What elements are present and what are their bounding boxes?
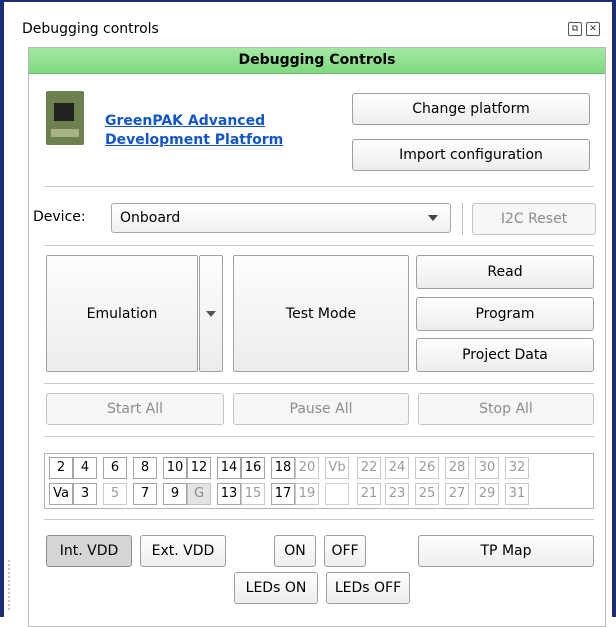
pin-cell[interactable]: 6 (103, 457, 127, 479)
device-label: Device: (33, 209, 86, 225)
separator (44, 436, 594, 437)
pin-cell[interactable]: 30 (475, 457, 499, 479)
pin-cell[interactable]: 25 (415, 483, 439, 505)
int-vdd-button[interactable]: Int. VDD (46, 535, 132, 567)
pin-cell[interactable]: 32 (505, 457, 529, 479)
leds-on-button[interactable]: LEDs ON (234, 572, 318, 604)
on-button[interactable]: ON (274, 535, 316, 567)
separator (44, 519, 594, 520)
window-title: Debugging controls (22, 21, 159, 37)
debug-panel: Debugging Controls GreenPAK Advanced Dev… (28, 47, 606, 627)
stop-all-button[interactable]: Stop All (418, 393, 594, 425)
platform-link-line2[interactable]: Development Platform (105, 131, 315, 150)
pin-cell[interactable]: 23 (385, 483, 409, 505)
chevron-down-icon (206, 310, 216, 317)
pin-cell[interactable]: 21 (357, 483, 381, 505)
pin-grid: 2 4 6 8 10 12 14 16 18 20 Vb 22 24 26 28… (44, 453, 594, 509)
pin-cell[interactable]: Vb (325, 457, 349, 479)
device-select[interactable]: Onboard (111, 203, 451, 233)
board-image (46, 91, 84, 145)
device-select-value: Onboard (120, 210, 181, 226)
panel-header: Debugging Controls (29, 48, 605, 74)
emulation-dropdown-button[interactable] (199, 255, 223, 372)
pin-cell[interactable]: 14 (217, 457, 241, 479)
emulation-button[interactable]: Emulation (46, 255, 198, 372)
platform-link-line1[interactable]: GreenPAK Advanced (105, 112, 315, 131)
i2c-reset-button[interactable]: I2C Reset (472, 203, 596, 235)
pin-cell[interactable]: 10 (163, 457, 187, 479)
pin-cell[interactable]: 28 (445, 457, 469, 479)
float-icon[interactable]: ⧉ (568, 22, 582, 36)
project-data-button[interactable]: Project Data (416, 338, 594, 372)
off-button[interactable]: OFF (324, 535, 366, 567)
pin-cell[interactable]: Va (49, 483, 73, 505)
pin-cell[interactable]: 13 (217, 483, 241, 505)
pin-cell[interactable]: 17 (271, 483, 295, 505)
pin-cell[interactable]: 5 (103, 483, 127, 505)
pause-all-button[interactable]: Pause All (233, 393, 409, 425)
pin-cell[interactable]: 26 (415, 457, 439, 479)
pin-cell[interactable]: 19 (295, 483, 319, 505)
read-button[interactable]: Read (416, 255, 594, 289)
pin-cell[interactable]: 15 (241, 483, 265, 505)
pin-cell[interactable]: G (187, 483, 211, 505)
separator (44, 383, 594, 384)
program-button[interactable]: Program (416, 297, 594, 331)
pin-cell[interactable]: 29 (475, 483, 499, 505)
pin-cell[interactable]: 7 (133, 483, 157, 505)
tp-map-button[interactable]: TP Map (418, 535, 594, 567)
pin-cell[interactable]: 12 (187, 457, 211, 479)
titlebar: Debugging controls ⧉ ✕ (22, 15, 600, 43)
pin-cell[interactable] (325, 483, 349, 505)
pin-cell[interactable]: 24 (385, 457, 409, 479)
pin-cell[interactable]: 16 (241, 457, 265, 479)
pin-cell[interactable]: 31 (505, 483, 529, 505)
resize-grip[interactable] (8, 560, 12, 610)
window-controls: ⧉ ✕ (568, 22, 600, 36)
pin-cell[interactable]: 9 (163, 483, 187, 505)
pin-cell[interactable]: 4 (73, 457, 97, 479)
pin-cell[interactable]: 27 (445, 483, 469, 505)
close-icon[interactable]: ✕ (586, 22, 600, 36)
pin-cell[interactable]: 20 (295, 457, 319, 479)
platform-link[interactable]: GreenPAK Advanced Development Platform (105, 112, 315, 150)
start-all-button[interactable]: Start All (46, 393, 224, 425)
separator (44, 245, 594, 246)
pin-cell[interactable]: 3 (73, 483, 97, 505)
chevron-down-icon (428, 215, 438, 221)
pin-cell[interactable]: 2 (49, 457, 73, 479)
ext-vdd-button[interactable]: Ext. VDD (140, 535, 226, 567)
divider (462, 203, 463, 235)
import-configuration-button[interactable]: Import configuration (352, 139, 590, 171)
separator (44, 186, 594, 187)
pin-cell[interactable]: 18 (271, 457, 295, 479)
test-mode-button[interactable]: Test Mode (233, 255, 409, 372)
change-platform-button[interactable]: Change platform (352, 93, 590, 125)
leds-off-button[interactable]: LEDs OFF (326, 572, 410, 604)
pin-cell[interactable]: 8 (133, 457, 157, 479)
pin-cell[interactable]: 22 (357, 457, 381, 479)
